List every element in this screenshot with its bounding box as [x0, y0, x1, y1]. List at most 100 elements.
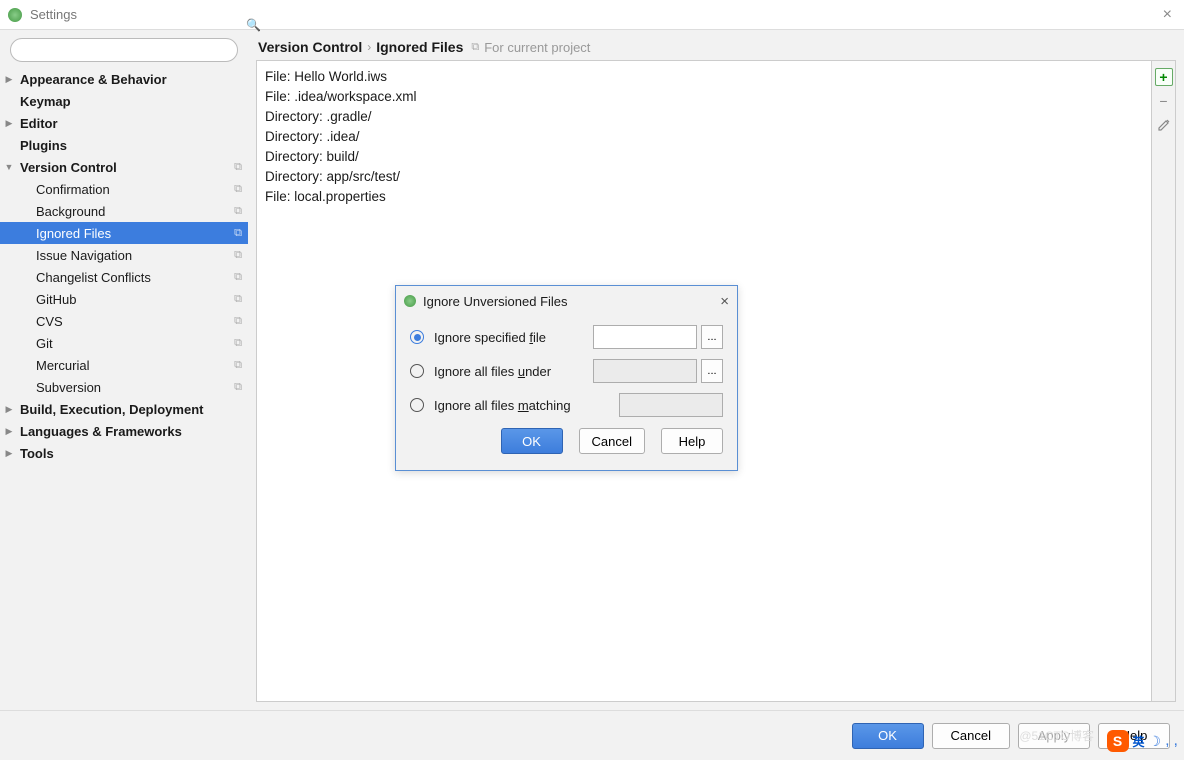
comma-icon: , — [1165, 732, 1169, 750]
ime-lang: 英 — [1133, 733, 1145, 750]
list-item[interactable]: File: .idea/workspace.xml — [265, 87, 1143, 107]
tree-item-label: Background — [36, 204, 230, 219]
chevron-right-icon: › — [367, 40, 371, 54]
titlebar: Settings × — [0, 0, 1184, 30]
add-button[interactable]: + — [1155, 68, 1173, 86]
tree-item[interactable]: ▶ Appearance & Behavior — [0, 68, 248, 90]
tree-item[interactable]: ▶Build, Execution, Deployment — [0, 398, 248, 420]
dir-input — [593, 359, 697, 383]
tree-item[interactable]: Subversion⧉ — [0, 376, 248, 398]
ignore-dialog: Ignore Unversioned Files × Ignore specif… — [395, 285, 738, 471]
tree-item[interactable]: GitHub ⧉ — [0, 288, 248, 310]
tree-item-label: Keymap — [20, 94, 242, 109]
cancel-button[interactable]: Cancel — [579, 428, 645, 454]
tree-item-label: Plugins — [20, 138, 242, 153]
list-item[interactable]: File: local.properties — [265, 187, 1143, 207]
tree-item[interactable]: ▶ Editor — [0, 112, 248, 134]
cancel-button[interactable]: Cancel — [932, 723, 1010, 749]
option-label: Ignore all files under — [434, 364, 585, 379]
copy-icon: ⧉ — [234, 249, 242, 262]
dialog-buttons: OK Cancel Help — [410, 422, 723, 458]
tree-item[interactable]: Issue Navigation ⧉ — [0, 244, 248, 266]
tree-item-label: Ignored Files — [36, 226, 230, 241]
tree-item-label: Appearance & Behavior — [20, 72, 242, 87]
tree-item[interactable]: Plugins — [0, 134, 248, 156]
tree-item[interactable]: ▼Version Control⧉ — [0, 156, 248, 178]
option-files-under[interactable]: Ignore all files under ... — [410, 354, 723, 388]
copy-icon: ⧉ — [234, 293, 242, 306]
help-button[interactable]: Help — [661, 428, 723, 454]
crumb-current: Ignored Files — [376, 39, 463, 55]
tree-item-label: Editor — [20, 116, 242, 131]
file-input[interactable] — [593, 325, 697, 349]
list-item[interactable]: Directory: build/ — [265, 147, 1143, 167]
dialog-title: Ignore Unversioned Files — [423, 294, 720, 309]
breadcrumb: Version Control › Ignored Files ⧉ For cu… — [256, 30, 1176, 60]
apply-button[interactable]: Apply — [1018, 723, 1090, 749]
tree-item-label: Languages & Frameworks — [20, 424, 242, 439]
tree-item[interactable]: ▶ Languages & Frameworks — [0, 420, 248, 442]
tree-item-label: Mercurial — [36, 358, 230, 373]
tree-item[interactable]: ▶Tools — [0, 442, 248, 464]
edit-button[interactable] — [1155, 116, 1173, 134]
ime-logo: S — [1107, 730, 1129, 752]
pattern-input — [619, 393, 723, 417]
tree-item[interactable]: Git⧉ — [0, 332, 248, 354]
chevron-right-icon[interactable]: ▶ — [4, 118, 14, 129]
tree-item[interactable]: Mercurial ⧉ — [0, 354, 248, 376]
list-item[interactable]: Directory: app/src/test/ — [265, 167, 1143, 187]
pencil-icon — [1157, 118, 1171, 132]
close-icon[interactable]: × — [1159, 6, 1176, 24]
footer: OK Cancel Apply Help — [0, 710, 1184, 760]
tree-item-label: CVS — [36, 314, 230, 329]
tree-item[interactable]: CVS ⧉ — [0, 310, 248, 332]
tree-item[interactable]: Changelist Conflicts⧉ — [0, 266, 248, 288]
list-item[interactable]: Directory: .idea/ — [265, 127, 1143, 147]
tree-item[interactable]: Background ⧉ — [0, 200, 248, 222]
settings-tree[interactable]: ▶ Appearance & Behavior Keymap ▶ Editor Plugi… — [0, 68, 248, 710]
tree-item-label: GitHub — [36, 292, 230, 307]
copy-icon: ⧉ — [234, 359, 242, 372]
dialog-body: Ignore specified file ... Ignore all fil… — [396, 316, 737, 470]
chevron-right-icon[interactable]: ▶ — [4, 426, 14, 437]
copy-icon: ⧉ — [234, 205, 242, 218]
ok-button[interactable]: OK — [852, 723, 924, 749]
chevron-right-icon[interactable]: ▶ — [4, 404, 14, 415]
option-files-matching[interactable]: Ignore all files matching — [410, 388, 723, 422]
browse-button[interactable]: ... — [701, 325, 723, 349]
app-icon — [404, 295, 416, 307]
radio-icon[interactable] — [410, 398, 424, 412]
radio-icon[interactable] — [410, 330, 424, 344]
chevron-down-icon[interactable]: ▼ — [4, 162, 14, 172]
option-specified-file[interactable]: Ignore specified file ... — [410, 320, 723, 354]
remove-button[interactable]: − — [1155, 92, 1173, 110]
browse-button[interactable]: ... — [701, 359, 723, 383]
tree-item[interactable]: Ignored Files ⧉ — [0, 222, 248, 244]
tree-item-label: Confirmation — [36, 182, 230, 197]
option-label: Ignore all files matching — [434, 398, 611, 413]
moon-icon: ☽ — [1149, 733, 1162, 750]
tree-item-label: Issue Navigation — [36, 248, 230, 263]
list-toolbar: + − — [1151, 61, 1175, 701]
ok-button[interactable]: OK — [501, 428, 563, 454]
copy-icon: ⧉ — [234, 227, 242, 240]
chevron-right-icon[interactable]: ▶ — [4, 448, 14, 459]
comma-icon: , — [1174, 732, 1178, 750]
search-icon: 🔍 — [246, 18, 261, 32]
list-item[interactable]: File: Hello World.iws — [265, 67, 1143, 87]
option-label: Ignore specified file — [434, 330, 585, 345]
radio-icon[interactable] — [410, 364, 424, 378]
sidebar: 🔍 ▶Appearance & BehaviorKeymap▶EditorPlu… — [0, 30, 248, 710]
chevron-right-icon[interactable]: ▶ — [4, 74, 14, 85]
close-icon[interactable]: × — [720, 293, 729, 310]
search-input[interactable] — [10, 38, 238, 62]
list-item[interactable]: Directory: .gradle/ — [265, 107, 1143, 127]
scope-text: For current project — [484, 40, 590, 55]
dialog-titlebar: Ignore Unversioned Files × — [396, 286, 737, 316]
window-title: Settings — [30, 7, 1159, 22]
tree-item[interactable]: Confirmation⧉ — [0, 178, 248, 200]
scope-icon: ⧉ — [471, 41, 479, 54]
tree-item-label: Version Control — [20, 160, 230, 175]
tree-item[interactable]: Keymap — [0, 90, 248, 112]
copy-icon: ⧉ — [234, 315, 242, 328]
